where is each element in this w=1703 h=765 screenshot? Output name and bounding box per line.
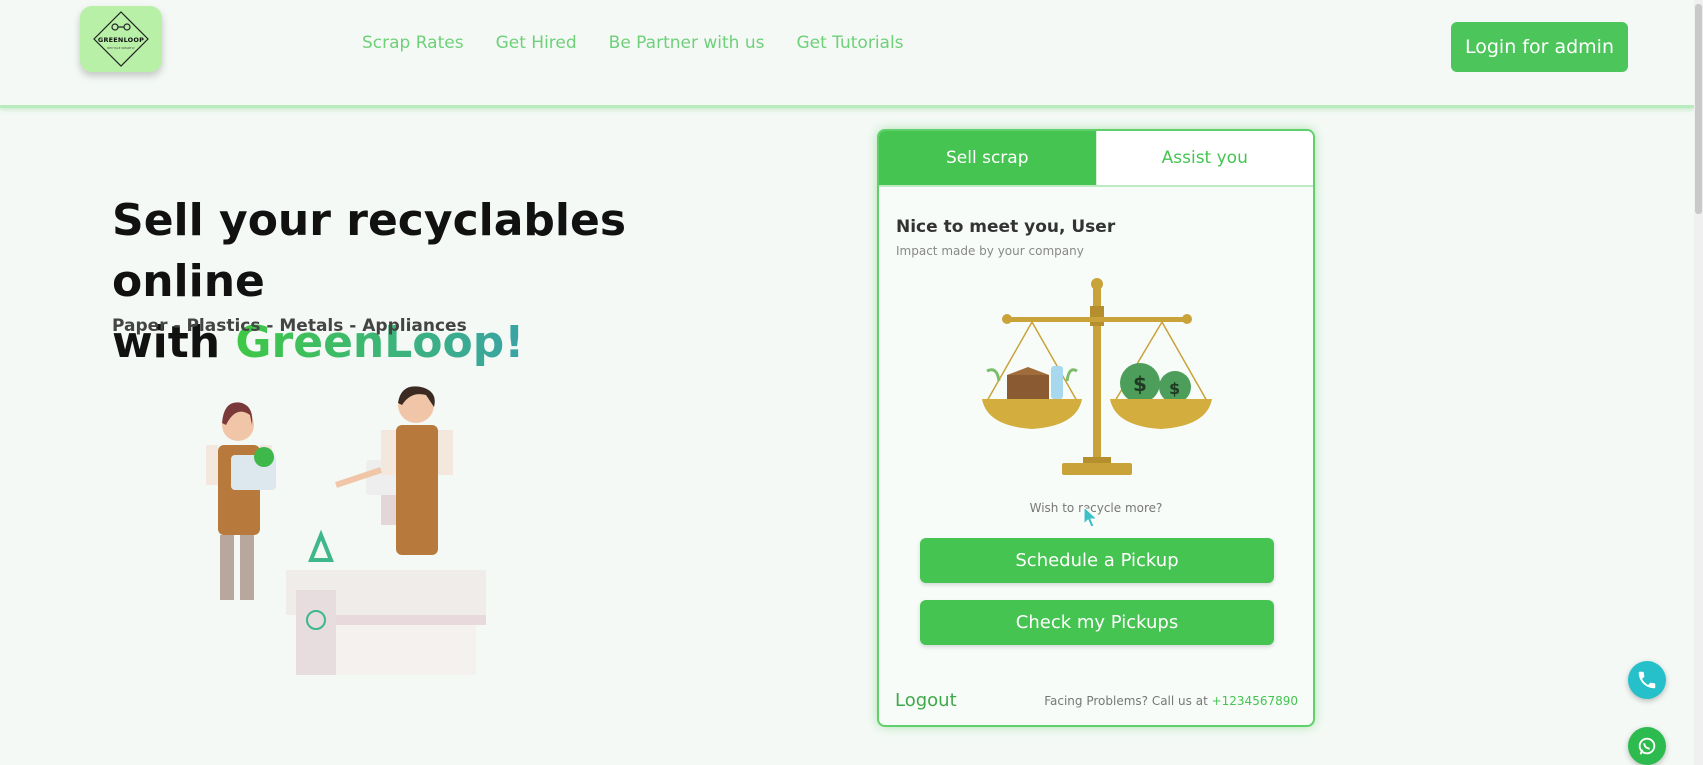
- schedule-pickup-button[interactable]: Schedule a Pickup: [920, 538, 1274, 583]
- support-prefix: Facing Problems? Call us at: [1044, 694, 1212, 708]
- whatsapp-fab[interactable]: [1628, 727, 1666, 765]
- nav-get-tutorials[interactable]: Get Tutorials: [796, 33, 903, 53]
- support-phone-link[interactable]: +1234567890: [1212, 694, 1298, 708]
- balance-scale-illustration: $ $: [982, 278, 1212, 475]
- support-text: Facing Problems? Call us at +1234567890: [1044, 694, 1298, 708]
- scrollbar-thumb[interactable]: [1695, 4, 1702, 214]
- logo-badge: GREENLOOP RECYCLE SMARTLY: [90, 10, 152, 68]
- greeting-text: Nice to meet you, User: [896, 217, 1116, 237]
- main-nav: Scrap Rates Get Hired Be Partner with us…: [362, 33, 904, 53]
- recycling-shop-illustration: [206, 386, 486, 675]
- logout-link[interactable]: Logout: [895, 690, 957, 711]
- mouse-cursor-icon: [1083, 506, 1099, 528]
- whatsapp-icon: [1638, 737, 1656, 755]
- svg-text:$: $: [1133, 372, 1147, 396]
- phone-icon: [1638, 671, 1656, 689]
- svg-text:$: $: [1169, 379, 1180, 398]
- check-pickups-button[interactable]: Check my Pickups: [920, 600, 1274, 645]
- nav-scrap-rates[interactable]: Scrap Rates: [362, 33, 464, 53]
- nav-get-hired[interactable]: Get Hired: [496, 33, 577, 53]
- tab-sell-scrap[interactable]: Sell scrap: [879, 131, 1096, 185]
- top-navbar: GREENLOOP RECYCLE SMARTLY Scrap Rates Ge…: [0, 0, 1694, 108]
- hero-title: Sell your recyclables online with GreenL…: [112, 190, 792, 373]
- page-scrollbar[interactable]: [1694, 0, 1703, 765]
- sell-scrap-card: Sell scrap Assist you Nice to meet you, …: [877, 129, 1315, 727]
- impact-caption: Impact made by your company: [896, 244, 1084, 258]
- greenloop-logo[interactable]: GREENLOOP RECYCLE SMARTLY: [80, 6, 162, 72]
- card-tabs: Sell scrap Assist you: [879, 131, 1313, 187]
- nav-be-partner[interactable]: Be Partner with us: [609, 33, 765, 53]
- call-fab[interactable]: [1628, 661, 1666, 699]
- logo-subtext: RECYCLE SMARTLY: [107, 46, 135, 50]
- hero-title-line1: Sell your recyclables online: [112, 195, 627, 307]
- logo-text: GREENLOOP: [97, 36, 145, 44]
- hero-subtitle: Paper - Plastics - Metals - Appliances: [112, 316, 467, 336]
- tab-assist-you[interactable]: Assist you: [1095, 131, 1313, 185]
- login-admin-button[interactable]: Login for admin: [1451, 22, 1628, 72]
